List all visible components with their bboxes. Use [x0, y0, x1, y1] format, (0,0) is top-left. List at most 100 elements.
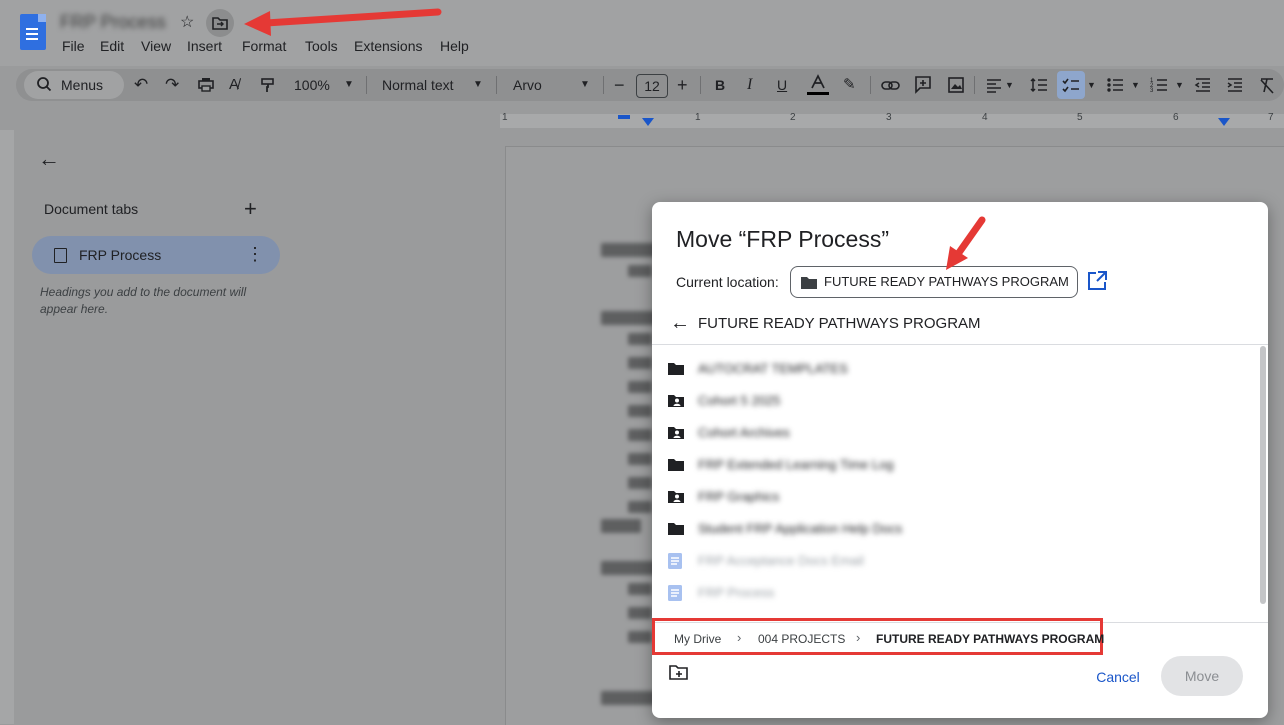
- back-arrow-icon[interactable]: ←: [670, 312, 690, 335]
- zoom-select[interactable]: 100%: [294, 69, 330, 101]
- toolbar-divider: [700, 76, 701, 94]
- item-name: AUTOCRAT TEMPLATES: [698, 361, 848, 376]
- menu-view[interactable]: View: [141, 38, 171, 54]
- google-doc-icon: [668, 585, 682, 601]
- highlight-icon[interactable]: ✎: [843, 69, 856, 101]
- outline-hint-text: Headings you add to the document will ap…: [40, 285, 247, 316]
- ruler-mark: 5: [1077, 112, 1083, 123]
- paint-format-icon[interactable]: [260, 69, 276, 101]
- folder-icon: [668, 459, 684, 471]
- underline-icon[interactable]: U: [777, 69, 787, 101]
- redo-icon[interactable]: ↷: [165, 69, 179, 101]
- checklist-dropdown-icon[interactable]: ▼: [1087, 69, 1096, 101]
- breadcrumb-004-projects[interactable]: 004 PROJECTS: [758, 632, 845, 646]
- menu-edit[interactable]: Edit: [100, 38, 124, 54]
- ruler-mark: 1: [502, 112, 508, 123]
- item-name: Cohort 5 2025: [698, 393, 781, 408]
- bulleted-list-icon[interactable]: [1106, 69, 1124, 101]
- list-item: FRP Process: [652, 577, 1258, 609]
- list-item[interactable]: Cohort Archives: [652, 417, 1258, 449]
- bulleted-list-dropdown-icon[interactable]: ▼: [1131, 69, 1140, 101]
- increase-font-size-icon[interactable]: +: [677, 69, 688, 101]
- back-arrow-icon[interactable]: ←: [38, 146, 60, 172]
- print-icon[interactable]: [197, 69, 215, 101]
- add-tab-icon[interactable]: +: [244, 196, 257, 222]
- ruler-mark: 1: [695, 112, 701, 123]
- current-location-label: Current location:: [676, 274, 779, 290]
- numbered-list-dropdown-icon[interactable]: ▼: [1175, 69, 1184, 101]
- menu-help[interactable]: Help: [440, 38, 469, 54]
- item-name: Cohort Archives: [698, 425, 790, 440]
- style-dropdown-icon[interactable]: ▼: [473, 69, 483, 101]
- add-comment-icon[interactable]: [914, 69, 932, 101]
- vertical-ruler[interactable]: [0, 130, 14, 724]
- toolbar-divider: [870, 76, 871, 94]
- menu-tools[interactable]: Tools: [305, 38, 338, 54]
- align-dropdown-icon[interactable]: ▼: [1005, 69, 1014, 101]
- ruler-mark: 7: [1268, 112, 1274, 123]
- ruler-mark: 4: [982, 112, 988, 123]
- toolbar-divider: [603, 76, 604, 94]
- right-indent-marker[interactable]: [1218, 118, 1230, 126]
- item-name: FRP Extended Learning Time Log: [698, 457, 894, 472]
- breadcrumb-my-drive[interactable]: My Drive: [674, 632, 721, 646]
- chevron-right-icon: ›: [856, 630, 861, 645]
- document-title[interactable]: FRP Process: [60, 12, 166, 33]
- cancel-button[interactable]: Cancel: [1086, 662, 1150, 692]
- star-icon[interactable]: ☆: [180, 12, 194, 32]
- insert-image-icon[interactable]: [947, 69, 965, 101]
- breadcrumb-current-folder: FUTURE READY PATHWAYS PROGRAM: [876, 632, 1105, 646]
- undo-icon[interactable]: ↶: [134, 69, 148, 101]
- svg-text:3: 3: [1150, 88, 1154, 94]
- numbered-list-icon[interactable]: 123: [1150, 69, 1168, 101]
- divider: [652, 344, 1268, 345]
- font-dropdown-icon[interactable]: ▼: [580, 69, 590, 101]
- checklist-icon[interactable]: [1062, 69, 1080, 101]
- docs-logo-icon[interactable]: [20, 14, 46, 50]
- list-item[interactable]: Student FRP Application Help Docs: [652, 513, 1258, 545]
- insert-link-icon[interactable]: [881, 69, 901, 101]
- more-options-icon[interactable]: ⋮: [246, 244, 264, 265]
- dialog-title: Move “FRP Process”: [676, 226, 890, 252]
- list-item: FRP Acceptance Docs Email: [652, 545, 1258, 577]
- shared-folder-icon: [668, 395, 684, 407]
- font-select[interactable]: Arvo: [513, 69, 542, 101]
- list-item[interactable]: FRP Graphics: [652, 481, 1258, 513]
- spellcheck-icon[interactable]: A̸: [229, 69, 239, 101]
- move-button[interactable]: Move: [1161, 656, 1243, 696]
- list-item[interactable]: AUTOCRAT TEMPLATES: [652, 353, 1258, 385]
- new-folder-icon[interactable]: [669, 663, 689, 681]
- left-indent-marker[interactable]: [642, 118, 654, 126]
- align-icon[interactable]: [985, 69, 1003, 101]
- menu-format[interactable]: Format: [242, 38, 286, 54]
- zoom-dropdown-icon[interactable]: ▼: [344, 69, 354, 101]
- bold-icon[interactable]: B: [715, 69, 725, 101]
- current-location-text: FUTURE READY PATHWAYS PROGRAM: [824, 274, 1069, 289]
- move-folder-button[interactable]: [206, 9, 234, 37]
- menu-file[interactable]: File: [62, 38, 85, 54]
- open-in-new-icon[interactable]: [1087, 271, 1107, 291]
- google-doc-icon: [668, 553, 682, 569]
- folder-icon: [668, 363, 684, 375]
- menu-insert[interactable]: Insert: [187, 38, 222, 54]
- menu-extensions[interactable]: Extensions: [354, 38, 422, 54]
- line-spacing-icon[interactable]: [1030, 69, 1048, 101]
- clear-formatting-icon[interactable]: [1258, 69, 1276, 101]
- document-tab-icon: [54, 248, 67, 263]
- move-folder-icon: [212, 17, 228, 30]
- list-item[interactable]: FRP Extended Learning Time Log: [652, 449, 1258, 481]
- first-line-indent-marker[interactable]: [618, 115, 630, 119]
- increase-indent-icon[interactable]: [1226, 69, 1244, 101]
- folder-icon: [668, 523, 684, 535]
- text-color-icon[interactable]: [806, 69, 830, 101]
- font-size-input[interactable]: 12: [636, 74, 668, 98]
- shared-folder-icon: [668, 491, 684, 503]
- chevron-right-icon: ›: [737, 630, 742, 645]
- search-menus-label[interactable]: Menus: [61, 69, 103, 101]
- style-select[interactable]: Normal text: [382, 69, 454, 101]
- scrollbar[interactable]: [1260, 346, 1266, 604]
- decrease-indent-icon[interactable]: [1194, 69, 1212, 101]
- italic-icon[interactable]: I: [747, 69, 752, 101]
- decrease-font-size-icon[interactable]: −: [614, 69, 625, 101]
- list-item[interactable]: Cohort 5 2025: [652, 385, 1258, 417]
